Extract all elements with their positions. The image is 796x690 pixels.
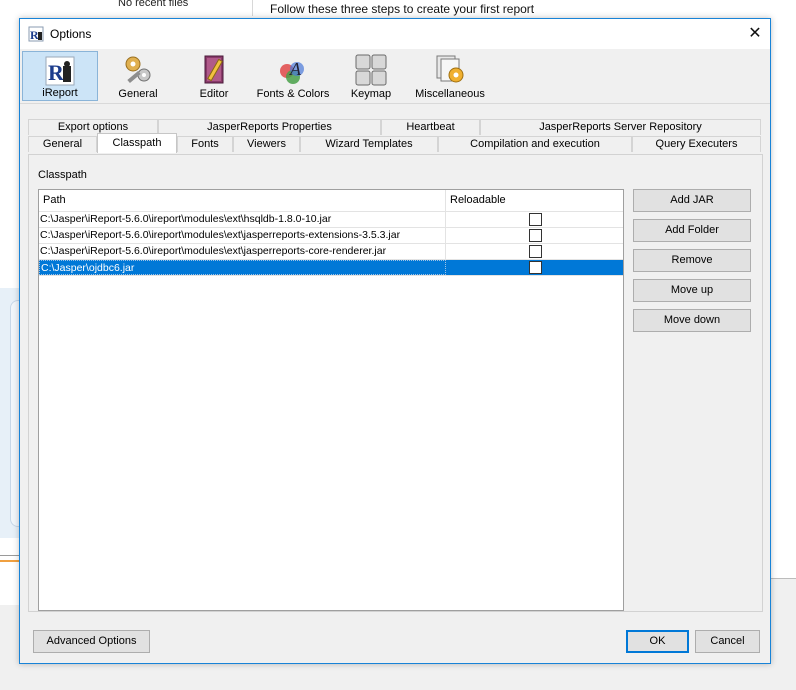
gears-wrench-icon: [125, 56, 151, 84]
column-header-path[interactable]: Path: [39, 190, 446, 211]
tab-query-executers[interactable]: Query Executers: [632, 136, 761, 152]
background-recent-panel: No recent files: [0, 0, 253, 16]
classpath-entry-path: C:\Jasper\iReport-5.6.0\ireport\modules\…: [39, 244, 446, 259]
category-editor[interactable]: Editor: [178, 51, 250, 101]
close-icon: ✕: [748, 25, 762, 42]
cancel-button[interactable]: Cancel: [695, 630, 760, 653]
category-miscellaneous[interactable]: Miscellaneous: [408, 51, 492, 101]
category-keymap[interactable]: Keymap: [336, 51, 406, 101]
ok-button[interactable]: OK: [626, 630, 689, 653]
documents-gear-icon: [436, 55, 464, 83]
category-general[interactable]: General: [100, 51, 176, 101]
category-label: Miscellaneous: [415, 88, 485, 100]
reloadable-checkbox[interactable]: [529, 213, 542, 226]
column-header-reloadable[interactable]: Reloadable: [446, 190, 623, 211]
dialog-title: Options: [50, 27, 92, 41]
svg-text:A: A: [289, 59, 302, 79]
classpath-panel: Classpath Path Reloadable C:\Jasper\iRep…: [28, 154, 763, 612]
background-scroll-strip: [771, 578, 796, 607]
reloadable-checkbox[interactable]: [529, 229, 542, 242]
dialog-titlebar[interactable]: R Options ✕: [20, 19, 770, 49]
category-fonts-colors[interactable]: A Fonts & Colors: [252, 51, 334, 101]
options-dialog: R Options ✕ R iReport General Editor A F…: [19, 18, 771, 664]
background-accent-line: [0, 560, 20, 562]
table-row[interactable]: C:\Jasper\iReport-5.6.0\ireport\modules\…: [39, 228, 623, 244]
tab-jasperreports-properties[interactable]: JasperReports Properties: [158, 119, 381, 135]
category-label: General: [118, 88, 158, 100]
ireport-app-icon: R: [28, 26, 44, 42]
classpath-section-label: Classpath: [38, 169, 87, 181]
table-row[interactable]: C:\Jasper\iReport-5.6.0\ireport\modules\…: [39, 212, 623, 228]
tab-fonts[interactable]: Fonts: [177, 136, 233, 152]
table-header: Path Reloadable: [39, 190, 623, 212]
classpath-entry-path: C:\Jasper\iReport-5.6.0\ireport\modules\…: [39, 228, 446, 243]
category-ireport[interactable]: R iReport: [22, 51, 98, 101]
category-label: Editor: [199, 88, 229, 100]
add-folder-button[interactable]: Add Folder: [633, 219, 751, 242]
svg-text:R: R: [30, 28, 39, 42]
category-label: Keymap: [350, 88, 392, 100]
tab-heartbeat[interactable]: Heartbeat: [381, 119, 480, 135]
tab-general[interactable]: General: [28, 136, 97, 152]
classpath-entry-path: C:\Jasper\ojdbc6.jar: [39, 260, 446, 275]
add-jar-button[interactable]: Add JAR: [633, 189, 751, 212]
background-divider: [0, 555, 20, 556]
svg-text:R: R: [48, 60, 65, 85]
tab-wizard-templates[interactable]: Wizard Templates: [300, 136, 438, 152]
move-down-button[interactable]: Move down: [633, 309, 751, 332]
keyboard-keys-icon: [355, 54, 387, 86]
category-label: Fonts & Colors: [256, 88, 330, 100]
tab-viewers[interactable]: Viewers: [233, 136, 300, 152]
tab-classpath[interactable]: Classpath: [97, 133, 177, 153]
options-category-toolbar: R iReport General Editor A Fonts & Color…: [20, 49, 770, 104]
tab-jasperreports-server-repository[interactable]: JasperReports Server Repository: [480, 119, 761, 135]
classpath-entry-path: C:\Jasper\iReport-5.6.0\ireport\modules\…: [39, 212, 446, 227]
fonts-colors-icon: A: [280, 59, 304, 84]
advanced-options-button[interactable]: Advanced Options: [33, 630, 150, 653]
classpath-table[interactable]: Path Reloadable C:\Jasper\iReport-5.6.0\…: [38, 189, 624, 611]
remove-button[interactable]: Remove: [633, 249, 751, 272]
book-pencil-icon: [204, 55, 224, 84]
ireport-icon: R: [45, 56, 75, 86]
close-button[interactable]: ✕: [740, 19, 770, 49]
reloadable-checkbox[interactable]: [529, 261, 542, 274]
category-label: iReport: [42, 87, 78, 99]
table-row-selected[interactable]: C:\Jasper\ojdbc6.jar: [39, 260, 623, 276]
getting-started-heading: Follow these three steps to create your …: [270, 2, 535, 16]
recent-files-text: No recent files: [118, 0, 189, 9]
move-up-button[interactable]: Move up: [633, 279, 751, 302]
reloadable-checkbox[interactable]: [529, 245, 542, 258]
tab-compilation-and-execution[interactable]: Compilation and execution: [438, 136, 632, 152]
table-row[interactable]: C:\Jasper\iReport-5.6.0\ireport\modules\…: [39, 244, 623, 260]
